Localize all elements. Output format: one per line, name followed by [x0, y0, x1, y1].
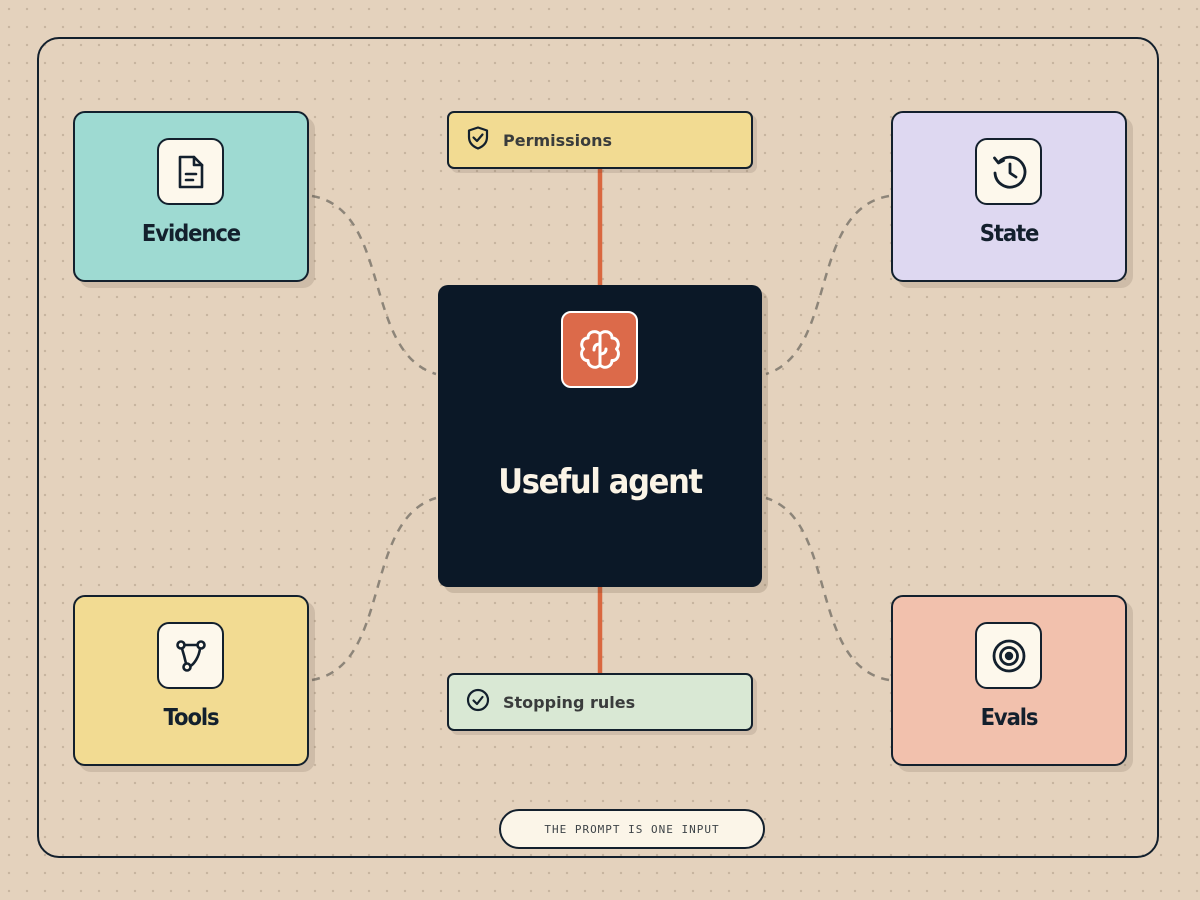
evidence-label: Evidence: [141, 221, 241, 247]
brain-icon: [561, 311, 638, 388]
evidence-card: Evidence: [73, 111, 309, 282]
stopping-rules-pill: Stopping rules: [447, 673, 753, 731]
permissions-pill: Permissions: [447, 111, 753, 169]
core-title: Useful agent: [498, 462, 703, 502]
state-card: State: [891, 111, 1127, 282]
tools-card: Tools: [73, 595, 309, 766]
document-icon: [157, 138, 224, 205]
state-label: State: [979, 221, 1040, 247]
tools-label: Tools: [163, 705, 219, 731]
route-icon: [157, 622, 224, 689]
evals-card: Evals: [891, 595, 1127, 766]
permissions-label: Permissions: [503, 130, 613, 150]
footer-note: THE PROMPT IS ONE INPUT: [499, 809, 765, 849]
history-icon: [975, 138, 1042, 205]
check-circle-icon: [465, 687, 491, 717]
target-icon: [975, 622, 1042, 689]
core-agent-box: Useful agent: [438, 285, 762, 587]
evals-label: Evals: [980, 705, 1039, 731]
shield-check-icon: [465, 125, 491, 155]
stopping-rules-label: Stopping rules: [503, 692, 636, 712]
